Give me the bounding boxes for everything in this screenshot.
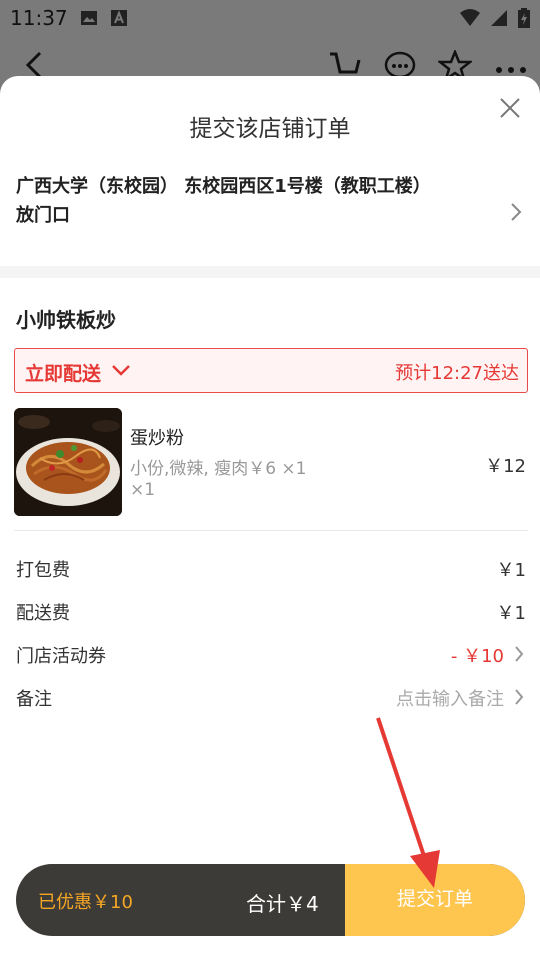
font-app-icon bbox=[111, 10, 127, 26]
dish-price: ￥12 bbox=[485, 456, 526, 477]
chevron-down-icon bbox=[112, 365, 130, 376]
coupon-value: - ￥10 bbox=[450, 646, 504, 667]
delivery-eta: 预计12:27送达 bbox=[395, 363, 519, 384]
status-bar: 11:37 bbox=[0, 0, 540, 36]
fee-value: ￥1 bbox=[496, 603, 526, 624]
close-icon[interactable] bbox=[498, 96, 522, 120]
dish-image bbox=[14, 408, 122, 516]
battery-icon bbox=[518, 8, 530, 28]
fee-label: 门店活动券 bbox=[16, 646, 106, 667]
fee-row-delivery: 配送费 ￥1 bbox=[16, 599, 526, 629]
address-line-1: 广西大学（东校园） 东校园西区1号楼（教职工楼） bbox=[16, 176, 431, 197]
item-divider bbox=[14, 530, 528, 531]
delivery-mode-label: 立即配送 bbox=[25, 363, 102, 385]
fee-row-packaging: 打包费 ￥1 bbox=[16, 556, 526, 586]
shop-name: 小帅铁板炒 bbox=[16, 308, 116, 332]
signal-icon bbox=[491, 10, 507, 26]
submit-order-button[interactable]: 提交订单 bbox=[345, 864, 525, 936]
address-line-2: 放门口 bbox=[16, 205, 70, 226]
wifi-icon bbox=[460, 9, 480, 26]
fee-value: ￥1 bbox=[496, 560, 526, 581]
discount-amount: 已优惠￥10 bbox=[38, 892, 133, 913]
fee-row-store-coupon[interactable]: 门店活动券 - ￥10 bbox=[16, 642, 526, 672]
total-amount: 合计￥4 bbox=[246, 892, 319, 916]
fee-label: 配送费 bbox=[16, 603, 70, 624]
order-sheet: 提交该店铺订单 广西大学（东校园） 东校园西区1号楼（教职工楼） 放门口 小帅铁… bbox=[0, 76, 540, 960]
chevron-right-icon bbox=[515, 689, 524, 705]
fee-label: 备注 bbox=[16, 689, 52, 710]
dish-spec: 小份,微辣, 瘦肉￥6 ×1 bbox=[130, 459, 307, 479]
gallery-icon bbox=[81, 11, 97, 25]
dish-quantity: ×1 bbox=[130, 480, 156, 500]
fee-row-note[interactable]: 备注 点击输入备注 bbox=[16, 685, 526, 715]
delivery-mode-selector[interactable]: 立即配送 预计12:27送达 bbox=[14, 348, 528, 393]
fee-label: 打包费 bbox=[16, 560, 70, 581]
checkout-bar: 已优惠￥10 合计￥4 提交订单 bbox=[16, 864, 525, 936]
note-input[interactable]: 点击输入备注 bbox=[396, 685, 504, 711]
delivery-address[interactable]: 广西大学（东校园） 东校园西区1号楼（教职工楼） 放门口 bbox=[16, 172, 486, 230]
chevron-right-icon bbox=[515, 646, 524, 662]
chevron-right-icon[interactable] bbox=[510, 202, 522, 222]
status-time: 11:37 bbox=[10, 6, 68, 30]
dish-name: 蛋炒粉 bbox=[130, 428, 184, 449]
section-divider bbox=[0, 266, 540, 278]
sheet-title: 提交该店铺订单 bbox=[189, 116, 351, 142]
